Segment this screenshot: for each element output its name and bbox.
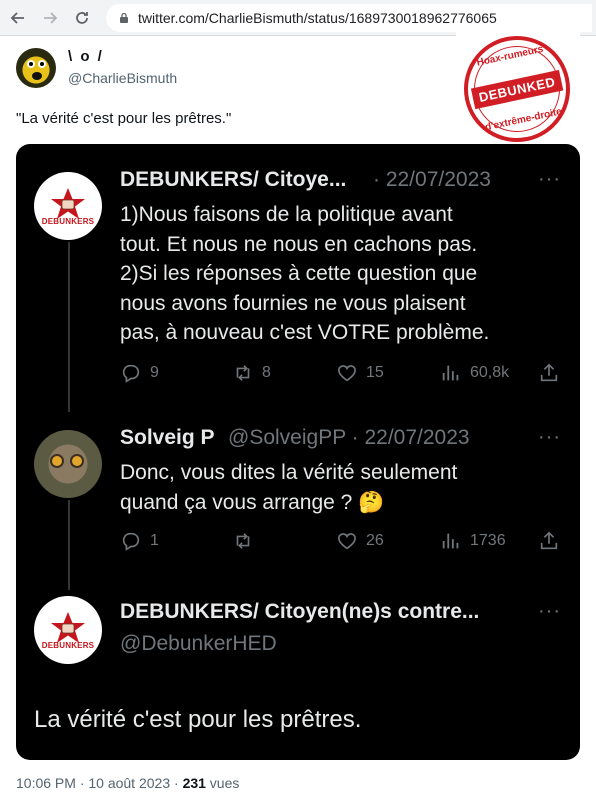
views-button[interactable]: 1736 [440, 530, 506, 552]
analytics-icon [442, 533, 459, 549]
tweet-meta: @SolveigPP · 22/07/2023 [228, 426, 470, 449]
star-fist-icon [51, 611, 85, 643]
thread-line [68, 242, 70, 412]
forward-arrow-icon[interactable] [40, 8, 60, 28]
tweet-actions: 9 8 15 60,8k [120, 362, 560, 390]
back-arrow-icon[interactable] [8, 8, 28, 28]
reply-button[interactable]: 9 [120, 362, 159, 384]
share-icon [540, 531, 558, 550]
tweet-author-name[interactable]: DEBUNKERS/ Citoye... [120, 168, 346, 192]
tweet-meta: · 22/07/2023 [373, 168, 491, 191]
main-author-handle[interactable]: @DebunkerHED [120, 632, 277, 656]
heart-icon [337, 365, 357, 382]
reload-icon[interactable] [72, 8, 92, 28]
like-button[interactable]: 26 [336, 530, 384, 552]
more-options-icon[interactable]: ··· [538, 426, 561, 449]
tweet-body: Donc, vous dites la vérité seulement qua… [120, 461, 458, 514]
lock-icon [120, 12, 128, 23]
debunked-stamp: Hoax-rumeurs DEBUNKED d'extrême-droite [454, 26, 580, 152]
debunkers-avatar[interactable]: DEBUNKERS [34, 596, 102, 664]
tweet-body: 1)Nous faisons de la politique avant tou… [120, 203, 490, 344]
like-button[interactable]: 15 [336, 362, 384, 384]
retweet-icon [236, 533, 250, 549]
solveig-avatar[interactable] [34, 430, 102, 498]
share-button[interactable] [538, 362, 568, 384]
tweet-author-name[interactable]: Solveig P [120, 426, 215, 450]
more-options-icon[interactable]: ··· [538, 600, 561, 623]
views-button[interactable]: 60,8k [440, 362, 509, 384]
url-text: twitter.com/CharlieBismuth/status/168973… [138, 10, 497, 26]
tweet-actions: 1 26 1736 [120, 530, 560, 558]
analytics-icon [442, 365, 459, 381]
share-icon [540, 363, 558, 382]
more-options-icon[interactable]: ··· [538, 168, 561, 191]
tweet-timestamp: 10:06 PM · 10 août 2023 · 231 vues [16, 775, 240, 791]
retweet-button[interactable] [232, 530, 262, 552]
author-avatar[interactable] [16, 48, 56, 88]
embedded-screenshot[interactable]: DEBUNKERS DEBUNKERS/ Citoye... · 22/07/2… [16, 144, 580, 760]
star-fist-icon [51, 187, 85, 219]
main-author-name[interactable]: DEBUNKERS/ Citoyen(ne)s contre... [120, 600, 479, 624]
thread-line [68, 500, 70, 590]
reply-button[interactable]: 1 [120, 530, 159, 552]
author-handle[interactable]: @CharlieBismuth [68, 70, 177, 86]
views-count: 231 [182, 775, 206, 791]
retweet-button[interactable]: 8 [232, 362, 271, 384]
reply-icon [122, 532, 140, 551]
tweet-text: "La vérité c'est pour les prêtres." [16, 110, 232, 127]
reply-icon [122, 364, 140, 383]
retweet-icon [236, 365, 250, 381]
author-display-name[interactable]: \ o / [68, 48, 104, 65]
debunkers-avatar[interactable]: DEBUNKERS [34, 172, 102, 240]
heart-icon [337, 533, 357, 550]
main-tweet-text: La vérité c'est pour les prêtres. [34, 706, 362, 733]
debunked-stamp-image: Hoax-rumeurs DEBUNKED d'extrême-droite [454, 26, 580, 152]
share-button[interactable] [538, 530, 568, 552]
